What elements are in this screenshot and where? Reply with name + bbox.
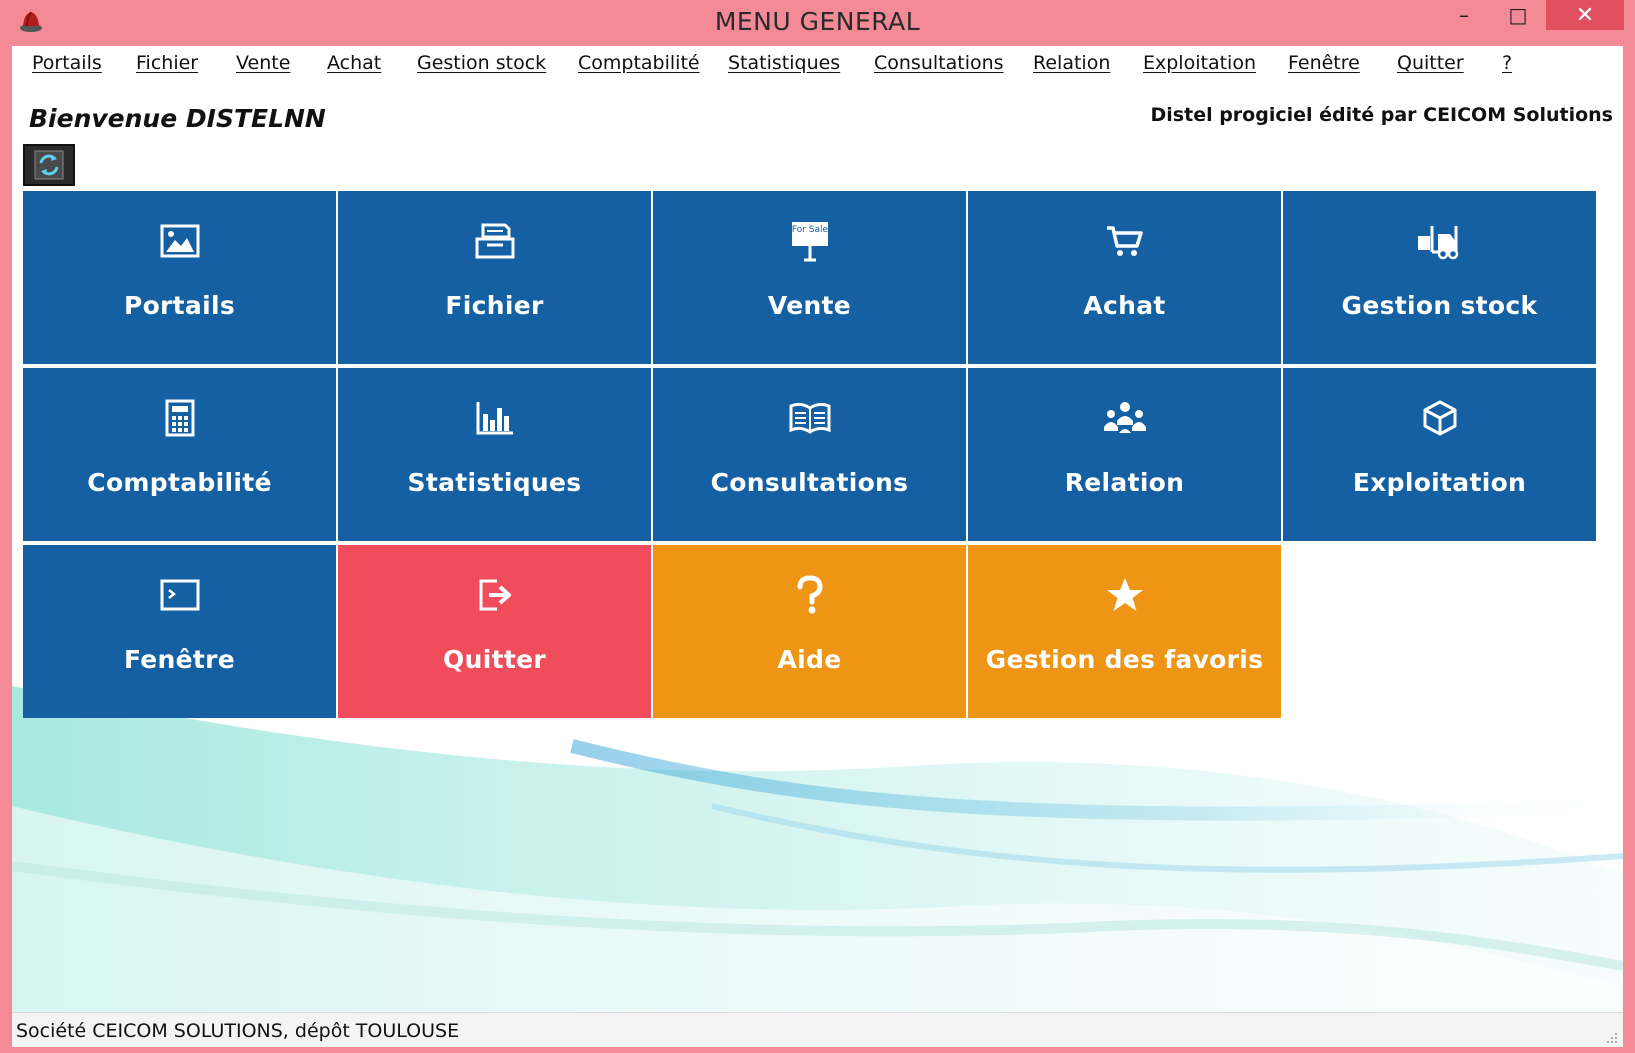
menu-comptabilite[interactable]: Comptabilité (578, 52, 700, 74)
question-icon (797, 575, 823, 614)
tile-fenetre[interactable]: Fenêtre (23, 545, 336, 718)
people-icon (1103, 402, 1146, 433)
bar-chart-icon (476, 402, 513, 435)
tile-vente[interactable]: For Sale Vente (653, 191, 966, 364)
tile-label: Comptabilité (87, 468, 272, 497)
tile-exploitation[interactable]: Exploitation (1283, 368, 1596, 541)
cube-icon (1423, 400, 1456, 436)
tile-consultations[interactable]: Consultations (653, 368, 966, 541)
minimize-button[interactable]: – (1440, 0, 1488, 30)
main-window: Portails Fichier Vente Achat Gestion sto… (12, 46, 1623, 1047)
tile-label: Consultations (710, 468, 909, 497)
file-tray-icon (475, 223, 514, 259)
forklift-icon (1417, 226, 1458, 260)
tile-aide[interactable]: Aide (653, 545, 966, 718)
menu-relation[interactable]: Relation (1033, 52, 1110, 74)
menu-exploitation[interactable]: Exploitation (1143, 52, 1256, 74)
tile-quitter[interactable]: Quitter (338, 545, 651, 718)
image-icon (160, 224, 199, 258)
menu-help[interactable]: ? (1502, 52, 1512, 74)
tile-comptabilite[interactable]: Comptabilité (23, 368, 336, 541)
resize-grip-icon[interactable] (1605, 1031, 1619, 1045)
menu-bar: Portails Fichier Vente Achat Gestion sto… (12, 46, 1623, 80)
title-bar: MENU GENERAL – □ ✕ (0, 0, 1635, 46)
welcome-message: Bienvenue DISTELNN (29, 104, 326, 133)
tile-relation[interactable]: Relation (968, 368, 1281, 541)
tile-gestion-favoris[interactable]: Gestion des favoris (968, 545, 1281, 718)
editor-credit: Distel progiciel édité par CEICOM Soluti… (1150, 104, 1613, 126)
menu-consultations[interactable]: Consultations (874, 52, 1004, 74)
menu-fenetre[interactable]: Fenêtre (1288, 52, 1360, 74)
tile-achat[interactable]: Achat (968, 191, 1281, 364)
tile-label: Relation (1064, 468, 1185, 497)
tile-label: Quitter (443, 645, 546, 674)
tile-label: Statistiques (407, 468, 582, 497)
calculator-icon (165, 399, 194, 437)
star-icon (1106, 578, 1143, 611)
terminal-window-icon (160, 579, 199, 611)
tile-portails[interactable]: Portails (23, 191, 336, 364)
refresh-button[interactable] (23, 144, 75, 186)
tile-label: Achat (1083, 291, 1166, 320)
window-title: MENU GENERAL (714, 7, 921, 36)
exit-icon (479, 579, 511, 611)
status-bar: Société CEICOM SOLUTIONS, dépôt TOULOUSE (12, 1012, 1623, 1047)
tile-label: Portails (123, 291, 236, 320)
tile-label: Aide (777, 645, 842, 674)
open-book-icon (789, 402, 830, 434)
menu-statistiques[interactable]: Statistiques (728, 52, 840, 74)
maximize-button[interactable]: □ (1494, 0, 1542, 30)
tile-label: Vente (767, 291, 852, 320)
tile-fichier[interactable]: Fichier (338, 191, 651, 364)
tile-label: Exploitation (1352, 468, 1527, 497)
tile-statistiques[interactable]: Statistiques (338, 368, 651, 541)
cart-icon (1106, 226, 1143, 256)
menu-fichier[interactable]: Fichier (136, 52, 198, 74)
menu-portails[interactable]: Portails (32, 52, 102, 74)
refresh-icon (34, 150, 64, 180)
tile-gestion-stock[interactable]: Gestion stock (1283, 191, 1596, 364)
tile-label: Fichier (445, 291, 544, 320)
close-button[interactable]: ✕ (1546, 0, 1624, 30)
for-sale-sign-icon: For Sale (791, 222, 828, 262)
tile-label: Gestion stock (1341, 291, 1538, 320)
menu-vente[interactable]: Vente (236, 52, 290, 74)
sign-text-for: For Sale (791, 225, 828, 235)
tile-grid: Portails Fichier For Sale Vente Achat Ge… (23, 191, 1596, 721)
tile-label: Fenêtre (123, 645, 236, 674)
status-text: Société CEICOM SOLUTIONS, dépôt TOULOUSE (16, 1020, 460, 1042)
menu-gestion-stock[interactable]: Gestion stock (417, 52, 546, 74)
menu-quitter[interactable]: Quitter (1397, 52, 1464, 74)
menu-achat[interactable]: Achat (327, 52, 381, 74)
tile-label: Gestion des favoris (985, 645, 1264, 674)
